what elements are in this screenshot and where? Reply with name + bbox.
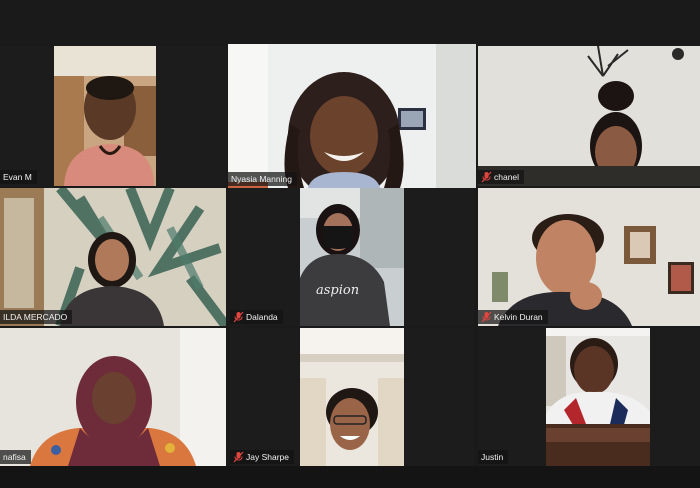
video-feed [478, 188, 700, 326]
participant-tile-jay[interactable]: Jay Sharpe [230, 328, 474, 466]
participant-name: Jay Sharpe [246, 452, 289, 462]
participant-tile-evan[interactable]: Evan M [0, 46, 226, 186]
video-feed [0, 188, 226, 326]
participant-tile-kelvin[interactable]: Kelvin Duran [478, 188, 700, 326]
participant-name: Dalanda [246, 312, 278, 322]
video-feed [546, 328, 650, 466]
participant-name: chanel [494, 172, 520, 182]
bottom-bar [0, 466, 700, 488]
muted-mic-icon [481, 311, 492, 323]
video-feed [300, 328, 404, 466]
participant-tile-chanel[interactable]: chanel [478, 46, 700, 186]
video-feed [478, 46, 700, 186]
name-label: Evan M [0, 170, 37, 184]
participant-tile-justin[interactable]: Justin [478, 328, 700, 466]
participant-video-image: aspion [300, 188, 404, 326]
name-label: nafisa [0, 450, 31, 464]
participant-tile-dalanda[interactable]: aspion Dalanda [230, 188, 474, 326]
participant-name: ILDA MERCADO [3, 312, 68, 322]
participant-video-image [478, 46, 700, 186]
muted-mic-icon [481, 171, 492, 183]
participant-video-image [54, 46, 156, 186]
shirt-text: aspion [316, 283, 359, 298]
participant-name: Nyasia Manning [231, 174, 292, 184]
name-label: Kelvin Duran [478, 310, 548, 324]
participant-video-image [546, 328, 650, 466]
participant-tile-ilda[interactable]: ILDA MERCADO [0, 188, 226, 326]
video-feed [0, 328, 226, 466]
participant-tile-nafisa[interactable]: nafisa [0, 328, 226, 466]
participant-name: Kelvin Duran [494, 312, 543, 322]
name-label: chanel [478, 170, 525, 184]
gallery-view: Evan M Nyasia Manning chanel ILDA MERCAD… [0, 0, 700, 488]
video-feed: aspion [300, 188, 404, 326]
participant-video-image [478, 188, 700, 326]
video-feed [54, 46, 156, 186]
name-label: Jay Sharpe [230, 450, 294, 464]
name-label: Nyasia Manning [228, 172, 297, 186]
muted-mic-icon [233, 451, 244, 463]
name-label: Dalanda [230, 310, 283, 324]
participant-video-image [228, 44, 476, 188]
participant-video-image [300, 328, 404, 466]
video-feed [228, 44, 476, 188]
name-label: ILDA MERCADO [0, 310, 73, 324]
participant-video-image [0, 188, 226, 326]
participant-name: nafisa [3, 452, 26, 462]
participant-video-image [0, 328, 226, 466]
name-label: Justin [478, 450, 509, 464]
participant-tile-nyasia[interactable]: Nyasia Manning [228, 44, 476, 188]
muted-mic-icon [233, 311, 244, 323]
participant-name: Justin [481, 452, 504, 462]
participant-name: Evan M [3, 172, 32, 182]
